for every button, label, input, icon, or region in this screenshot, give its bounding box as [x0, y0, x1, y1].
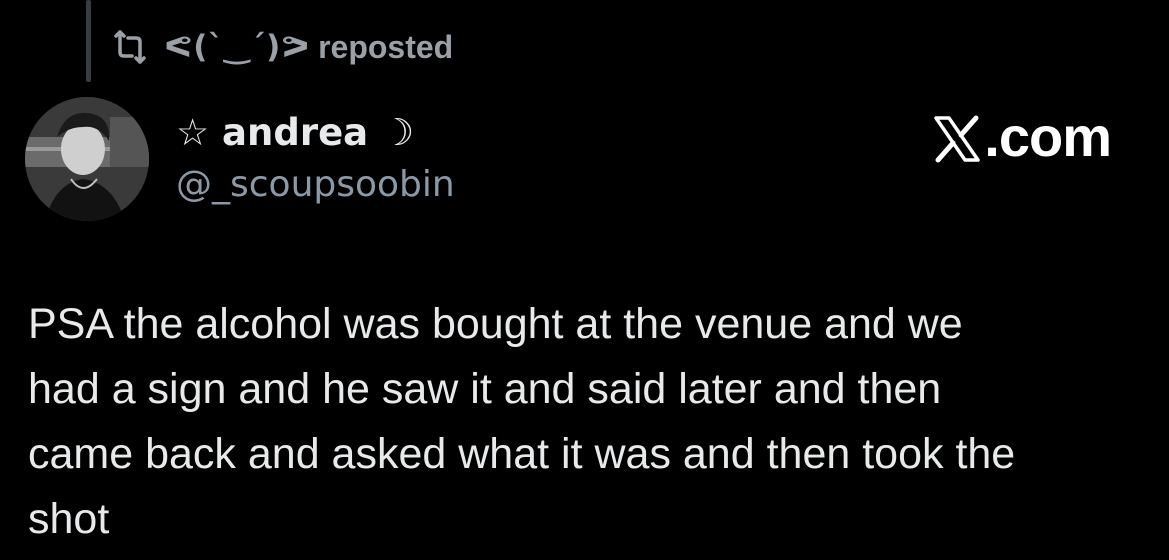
- brand-text: .com: [984, 105, 1112, 168]
- thread-connector-line: [86, 0, 91, 82]
- brand-watermark: .com: [932, 104, 1112, 169]
- repost-context: ᕙ(`‿´)ᕗ reposted: [110, 24, 453, 70]
- x-logo-icon: [932, 112, 982, 162]
- author-block: ☆ andrea ☽ @_scoupsoobin: [176, 108, 455, 210]
- repost-icon: [110, 30, 150, 64]
- reposter-name[interactable]: ᕙ(`‿´)ᕗ: [164, 29, 310, 65]
- reposted-label: reposted: [318, 28, 454, 65]
- avatar[interactable]: [25, 97, 149, 221]
- tweet-text: PSA the alcohol was bought at the venue …: [28, 300, 1016, 543]
- author-display-name[interactable]: ☆ andrea ☽: [176, 108, 455, 158]
- author-handle[interactable]: @_scoupsoobin: [176, 160, 455, 210]
